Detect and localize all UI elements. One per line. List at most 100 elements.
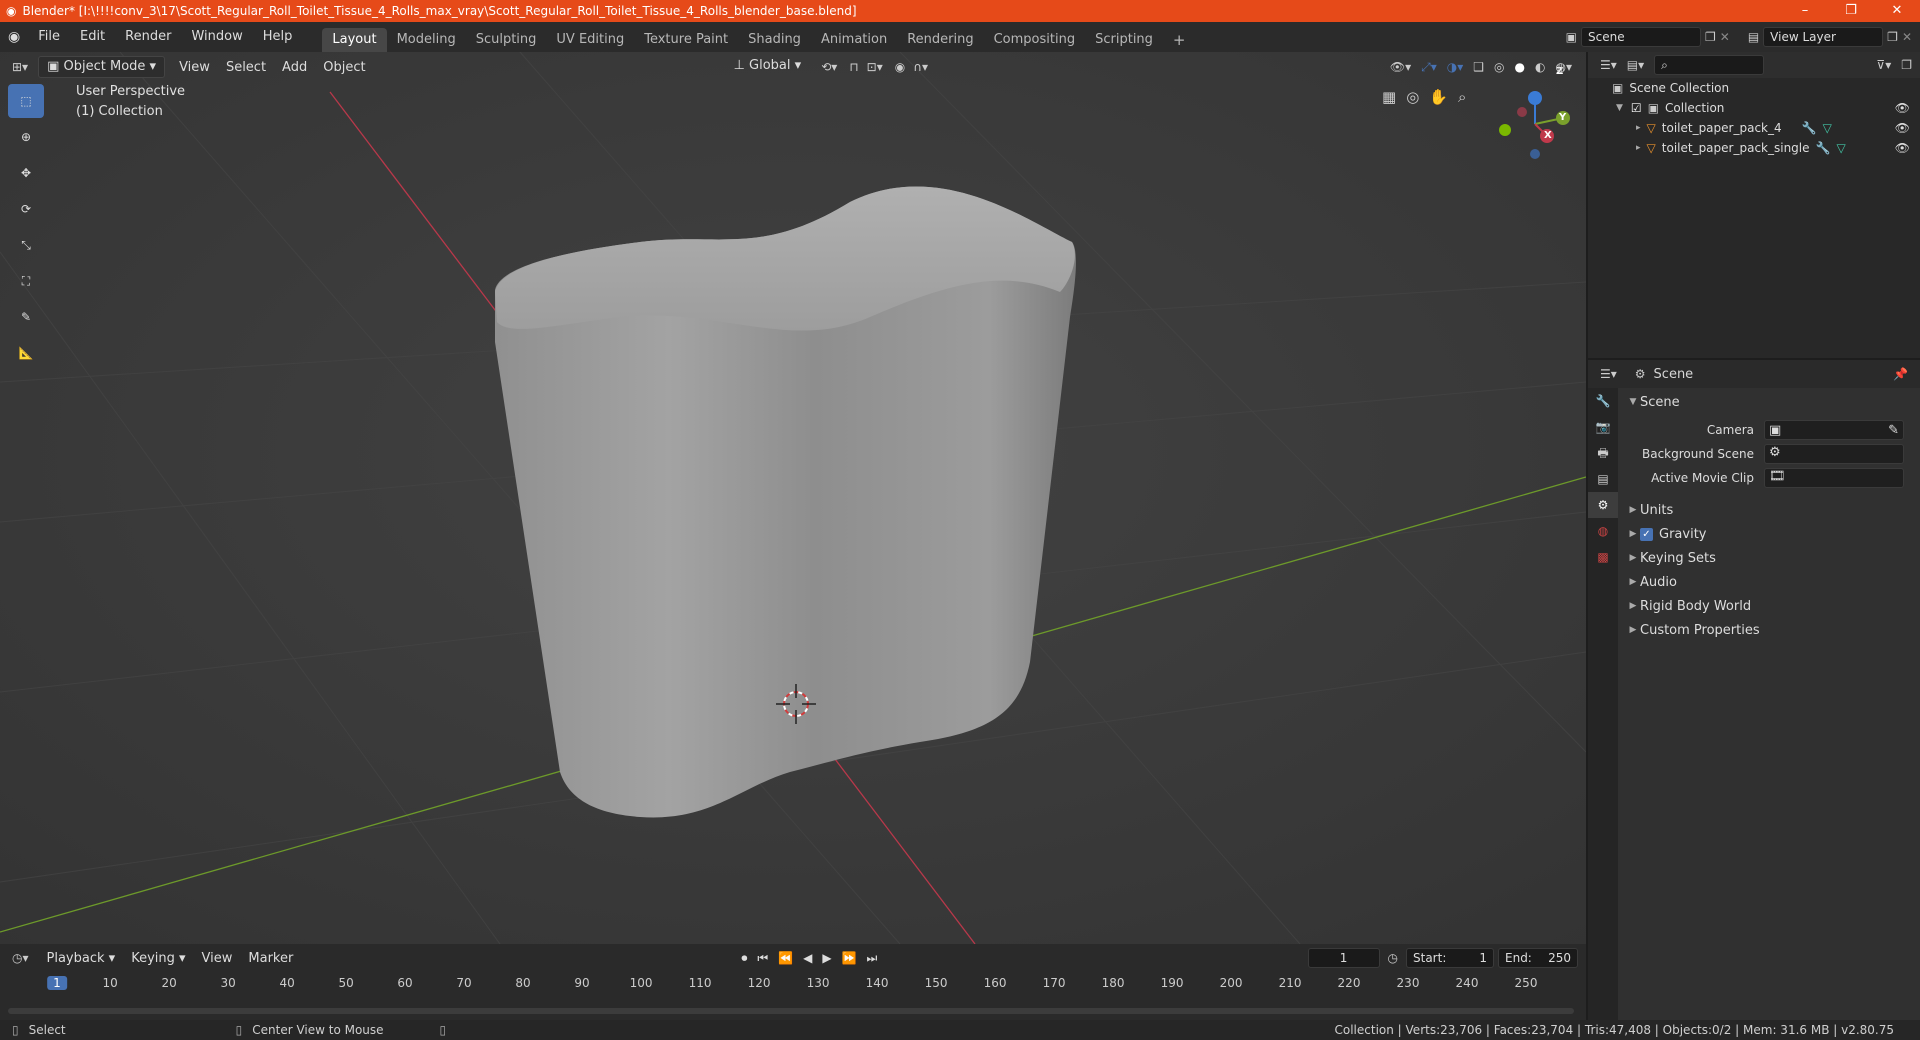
snap-target-icon[interactable]: ⊡▾: [867, 60, 883, 74]
rotate-tool[interactable]: ⟳: [8, 192, 44, 226]
solid-shading-icon[interactable]: ●: [1515, 60, 1525, 75]
scene-tab-icon[interactable]: ⚙: [1588, 492, 1618, 518]
snap-icon[interactable]: ⊓: [849, 60, 858, 74]
units-panel[interactable]: ▶ Units: [1626, 498, 1920, 522]
scale-tool[interactable]: ⤡: [8, 228, 44, 262]
viewport-menu-object[interactable]: Object: [315, 60, 373, 75]
minimize-button[interactable]: –: [1782, 0, 1828, 22]
transform-tool[interactable]: ⛶: [8, 264, 44, 298]
expand-object-icon[interactable]: ▸: [1636, 123, 1641, 133]
new-collection-icon[interactable]: ❐: [1901, 58, 1912, 72]
timeline-menu-playback[interactable]: Playback ▾: [39, 951, 124, 966]
timeline-menu-view[interactable]: View: [194, 951, 241, 966]
tab-sculpting[interactable]: Sculpting: [466, 28, 547, 52]
delete-scene-icon[interactable]: ✕: [1720, 30, 1730, 44]
expand-collection-icon[interactable]: ▼: [1616, 103, 1623, 113]
maximize-button[interactable]: ❐: [1828, 0, 1874, 22]
scene-field[interactable]: Scene: [1581, 27, 1701, 47]
select-box-tool[interactable]: ⬚: [8, 84, 44, 118]
scene-panel-header[interactable]: ▼ Scene: [1626, 390, 1920, 414]
eyedropper-icon[interactable]: ✎: [1888, 423, 1899, 438]
view-layer-icon[interactable]: ▤: [1748, 30, 1759, 44]
jump-end-icon[interactable]: ⏭: [867, 951, 878, 966]
wireframe-shading-icon[interactable]: ◎: [1494, 60, 1504, 75]
background-scene-field[interactable]: ⚙: [1764, 444, 1904, 464]
editor-type-icon[interactable]: ⊞▾: [12, 60, 28, 74]
tab-texture-paint[interactable]: Texture Paint: [634, 28, 738, 52]
gravity-checkbox[interactable]: ✓: [1640, 527, 1653, 541]
viewport-menu-select[interactable]: Select: [218, 60, 274, 75]
tab-compositing[interactable]: Compositing: [984, 28, 1086, 52]
play-reverse-icon[interactable]: ◀: [803, 951, 812, 966]
mode-dropdown[interactable]: ▣ Object Mode ▾: [38, 56, 166, 78]
gizmo-x-label[interactable]: X: [1544, 130, 1552, 141]
collection-visibility-icon[interactable]: 👁: [1895, 101, 1910, 115]
jump-start-icon[interactable]: ⏮: [757, 951, 768, 966]
keying-sets-panel[interactable]: ▶ Keying Sets: [1626, 546, 1920, 570]
filter-icon[interactable]: ⊽▾: [1876, 58, 1891, 72]
viewport-menu-view[interactable]: View: [171, 60, 218, 75]
menu-render[interactable]: Render: [115, 22, 181, 52]
menu-edit[interactable]: Edit: [70, 22, 115, 52]
gizmo-y-label[interactable]: Y: [1559, 112, 1566, 123]
timeline-scrollbar[interactable]: [8, 1008, 1574, 1014]
outliner-row-scene-collection[interactable]: ▣ Scene Collection: [1588, 78, 1920, 98]
output-tab-icon[interactable]: 🖶: [1588, 440, 1618, 466]
view-layer-tab-icon[interactable]: ▤: [1588, 466, 1618, 492]
close-button[interactable]: ✕: [1874, 0, 1920, 22]
texture-tab-icon[interactable]: ▩: [1588, 544, 1618, 570]
properties-editor-icon[interactable]: ☰▾: [1600, 367, 1617, 381]
expand-object-icon[interactable]: ▸: [1636, 143, 1641, 153]
display-mode-icon[interactable]: ▤▾: [1627, 58, 1644, 72]
xray-toggle-icon[interactable]: ❑: [1473, 60, 1484, 75]
tab-layout[interactable]: Layout: [322, 28, 387, 52]
viewport-menu-add[interactable]: Add: [274, 60, 315, 75]
ortho-toggle-icon[interactable]: ▦: [1382, 88, 1396, 106]
visibility-icon[interactable]: 👁▾: [1390, 60, 1411, 75]
record-icon[interactable]: ⏺: [741, 951, 747, 966]
frame-clock-icon[interactable]: ◷: [1388, 951, 1398, 965]
timeline-menu-marker[interactable]: Marker: [240, 951, 301, 966]
render-tab-icon[interactable]: 📷: [1588, 414, 1618, 440]
menu-file[interactable]: File: [28, 22, 70, 52]
start-frame-field[interactable]: Start: 1: [1406, 948, 1494, 968]
overlay-toggle-icon[interactable]: ◑▾: [1447, 60, 1464, 75]
blender-menu-icon[interactable]: ◉: [0, 29, 28, 45]
measure-tool[interactable]: 📐: [8, 336, 44, 370]
outliner-search-input[interactable]: ⌕: [1654, 55, 1765, 75]
add-workspace-button[interactable]: +: [1163, 28, 1196, 52]
object-visibility-icon[interactable]: 👁: [1895, 141, 1910, 155]
next-keyframe-icon[interactable]: ⏩: [842, 951, 857, 966]
active-movie-clip-field[interactable]: 🎞: [1764, 468, 1904, 488]
view-layer-field[interactable]: View Layer: [1763, 27, 1884, 47]
zoom-view-icon[interactable]: ⌕: [1458, 88, 1466, 106]
tab-modeling[interactable]: Modeling: [387, 28, 466, 52]
new-view-layer-icon[interactable]: ❐: [1887, 30, 1898, 44]
tab-animation[interactable]: Animation: [811, 28, 897, 52]
move-tool[interactable]: ✥: [8, 156, 44, 190]
object-visibility-icon[interactable]: 👁: [1895, 121, 1910, 135]
world-tab-icon[interactable]: ◍: [1588, 518, 1618, 544]
custom-properties-panel[interactable]: ▶ Custom Properties: [1626, 618, 1920, 642]
menu-window[interactable]: Window: [181, 22, 252, 52]
outliner-row-object[interactable]: ▸ ▽ toilet_paper_pack_4 🔧 ▽ 👁: [1588, 118, 1920, 138]
rendered-shading-icon[interactable]: ◍▾: [1556, 60, 1573, 75]
pivot-point-icon[interactable]: ⟲▾: [821, 60, 837, 74]
tool-tab-icon[interactable]: 🔧: [1588, 388, 1618, 414]
current-frame-field[interactable]: 1: [1307, 948, 1380, 968]
falloff-icon[interactable]: ∩▾: [913, 60, 928, 74]
playhead[interactable]: 1: [47, 976, 67, 990]
prev-keyframe-icon[interactable]: ⏪: [778, 951, 793, 966]
outliner-row-collection[interactable]: ▼ ☑ ▣ Collection 👁: [1588, 98, 1920, 118]
timeline-menu-keying[interactable]: Keying ▾: [123, 951, 193, 966]
tab-shading[interactable]: Shading: [738, 28, 811, 52]
pin-icon[interactable]: 📌: [1893, 367, 1908, 381]
timeline-editor-icon[interactable]: ◷▾: [12, 951, 29, 965]
outliner-editor-icon[interactable]: ☰▾: [1600, 58, 1617, 72]
collection-checkbox[interactable]: ☑: [1631, 101, 1642, 115]
audio-panel[interactable]: ▶ Audio: [1626, 570, 1920, 594]
play-icon[interactable]: ▶: [822, 951, 831, 966]
end-frame-field[interactable]: End: 250: [1498, 948, 1578, 968]
delete-view-layer-icon[interactable]: ✕: [1902, 30, 1912, 44]
outliner-row-object[interactable]: ▸ ▽ toilet_paper_pack_single 🔧 ▽ 👁: [1588, 138, 1920, 158]
